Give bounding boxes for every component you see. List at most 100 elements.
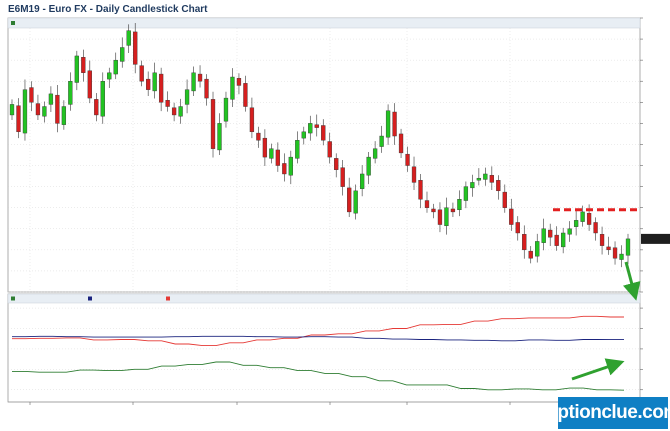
candle-down (340, 167, 345, 187)
candle-up (463, 186, 469, 201)
candle-down (236, 78, 242, 86)
candle-down (522, 234, 527, 251)
candle-down (489, 175, 494, 183)
cot-legend-bar (7, 293, 641, 304)
candle-up (444, 207, 449, 227)
candle-up (178, 106, 183, 117)
candle-down (204, 78, 209, 99)
candle-up (353, 190, 358, 214)
candle-down (275, 149, 280, 166)
candle-down (210, 99, 216, 149)
candle-up (301, 131, 306, 139)
candle-up (126, 30, 131, 46)
candle-down (347, 187, 352, 213)
candle-down (593, 222, 598, 234)
candle-up (9, 104, 15, 116)
candle-up (61, 106, 67, 125)
candle-up (308, 123, 313, 134)
candle-up (48, 93, 54, 105)
candle-down (528, 250, 533, 259)
candle-down (392, 111, 397, 137)
candle-down (197, 73, 203, 82)
candle-up (385, 110, 391, 138)
candle-down (431, 208, 436, 213)
candle-down (139, 65, 144, 82)
candle-up (619, 253, 624, 260)
candle-down (165, 99, 170, 107)
candle-down (496, 180, 501, 192)
candle-down (502, 191, 507, 208)
candle-up (288, 156, 293, 176)
optionclue-logo: optionclue.com (546, 397, 670, 429)
candle-down (424, 200, 430, 208)
legend-swatch (11, 296, 15, 301)
candle-up (74, 55, 79, 83)
chart-canvas: E6M19 - Euro FX - Daily Candlestick Char… (0, 0, 670, 431)
candle-up (379, 135, 384, 147)
candle-up (120, 47, 125, 62)
candle-up (223, 97, 229, 122)
candle-up (573, 220, 579, 227)
candle-up (470, 182, 475, 189)
candle-up (68, 81, 73, 105)
candle-down (554, 234, 559, 246)
candle-down (94, 99, 99, 116)
candle-down (515, 222, 520, 234)
candle-down (314, 124, 319, 128)
candle-up (184, 89, 190, 105)
candle-up (22, 89, 28, 134)
candle-down (282, 163, 287, 175)
candle-down (87, 70, 92, 99)
ohlc-marker (11, 21, 15, 25)
candle-up (372, 148, 378, 159)
price-panel (7, 17, 670, 293)
candle-up (42, 106, 47, 117)
candle-down (405, 153, 410, 166)
candle-down (327, 141, 332, 158)
candle-down (418, 180, 423, 200)
candle-up (107, 72, 112, 80)
candle-up (217, 123, 222, 151)
candle-down (398, 133, 404, 154)
candle-down (411, 166, 417, 183)
price-panel-frame (7, 17, 641, 293)
candle-down (606, 246, 611, 251)
candle-down (586, 212, 592, 225)
cot-panel (7, 293, 643, 403)
candle-up (113, 59, 118, 75)
candle-up (152, 72, 157, 92)
candle-up (567, 228, 572, 235)
candle-up (561, 232, 566, 248)
candle-down (548, 229, 553, 238)
candle-down (256, 132, 261, 141)
candle-up (269, 148, 274, 159)
candle-down (146, 78, 151, 90)
candle-up (100, 81, 105, 117)
candle-down (334, 158, 339, 170)
candle-up (457, 199, 462, 210)
candle-up (230, 76, 235, 100)
candle-down (249, 107, 255, 133)
candle-down (81, 57, 86, 73)
legend-swatch (88, 296, 92, 301)
candle-up (535, 241, 540, 257)
chart-title: E6M19 - Euro FX - Daily Candlestick Char… (8, 4, 208, 15)
candle-down (509, 208, 514, 225)
candle-down (243, 83, 248, 107)
candle-down (262, 137, 268, 158)
candle-up (625, 238, 631, 256)
candle-down (450, 208, 456, 213)
candle-up (580, 211, 585, 222)
last-price-box (641, 233, 670, 244)
candle-down (437, 209, 443, 225)
candle-up (360, 173, 365, 189)
ohlc-bar (7, 17, 641, 29)
candle-up (366, 156, 371, 176)
candle-down (171, 107, 177, 116)
candle-up (541, 228, 546, 243)
candle-down (599, 234, 605, 246)
candle-down (16, 105, 21, 133)
candle-down (35, 103, 41, 116)
candle-up (295, 140, 300, 159)
candle-down (29, 87, 34, 103)
